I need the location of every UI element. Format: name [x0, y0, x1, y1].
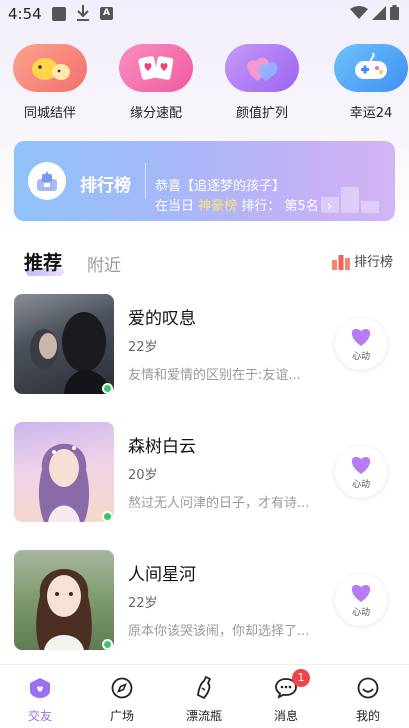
feature-same-city[interactable]: 同城结伴 [5, 44, 95, 121]
feature-lucky24[interactable]: 幸运24 [326, 44, 409, 121]
nav-mine[interactable]: 我的 [328, 675, 408, 724]
online-indicator [102, 639, 113, 650]
tab-nearby[interactable]: 附近 [87, 251, 121, 276]
signal-icon [372, 5, 386, 20]
banner-rank: 第5名 [284, 199, 319, 214]
rank-link[interactable]: 排行榜 [331, 251, 393, 270]
tab-recommend[interactable]: 推荐 [24, 248, 62, 275]
feature-appearance[interactable]: 颜值扩列 [217, 44, 307, 121]
feature-quick-match[interactable]: 缘分速配 [111, 44, 201, 121]
nav-label: 我的 [355, 709, 380, 723]
user-bio: 友情和爱情的区别在于:友谊... [128, 368, 301, 383]
user-age: 22岁 [128, 340, 158, 355]
rank-link-label: 排行榜 [353, 255, 393, 270]
like-button[interactable]: 心动 [335, 574, 387, 626]
heart-icon [351, 584, 371, 602]
user-card[interactable]: 爱的叹息 22岁 友情和爱情的区别在于:友谊... 心动 [0, 294, 409, 404]
chat-bubble-icon [246, 675, 326, 701]
battery-icon [390, 5, 399, 20]
feature-label: 颜值扩列 [235, 106, 288, 121]
unread-badge: 1 [292, 669, 310, 687]
user-name: 爱的叹息 [128, 309, 196, 329]
nav-label: 广场 [109, 709, 134, 723]
download-icon [76, 4, 90, 26]
status-time: 4:54 [8, 5, 42, 23]
bar-chart-icon [331, 254, 350, 270]
avatar[interactable] [14, 422, 114, 522]
heart-icon [351, 328, 371, 346]
banner-podium-decoration [321, 183, 381, 217]
user-age: 22岁 [128, 596, 158, 611]
status-bar: 4:54 A [0, 0, 409, 30]
banner-highlight: 神豪榜 [198, 199, 238, 214]
feature-label: 同城结伴 [23, 106, 76, 121]
banner-prefix: 在当日 [155, 199, 195, 214]
user-name: 人间星河 [128, 565, 196, 585]
status-right [350, 5, 399, 20]
feature-shortcuts: 同城结伴 缘分速配 颜值扩列 幸运24 [0, 44, 409, 124]
avatar[interactable] [14, 550, 114, 650]
nav-drift-bottle[interactable]: 漂流瓶 [164, 675, 244, 724]
banner-rank-text: 在当日 神豪榜 排行： 第5名 › [155, 195, 332, 214]
nav-label: 交友 [27, 709, 52, 723]
compass-icon [82, 675, 162, 701]
like-button[interactable]: 心动 [335, 446, 387, 498]
heart-icon [351, 456, 371, 474]
user-name: 森树白云 [128, 437, 196, 457]
feed-tabs: 推荐 附近 排行榜 [0, 246, 409, 280]
heart-cards-icon [119, 44, 193, 92]
ranking-icon [28, 162, 66, 200]
banner-divider [145, 163, 146, 199]
smile-face-icon [328, 675, 408, 701]
gamepad-icon [334, 44, 408, 92]
nav-make-friends[interactable]: 交友 [0, 675, 80, 724]
feature-label: 缘分速配 [129, 106, 182, 121]
like-label: 心动 [351, 352, 370, 362]
nav-messages[interactable]: 1 消息 [246, 669, 326, 724]
banner-suffix: 排行： [241, 199, 281, 214]
nav-label: 漂流瓶 [185, 709, 222, 723]
user-card[interactable]: 森树白云 20岁 熬过无人问津的日子，才有诗... 心动 [0, 422, 409, 532]
like-label: 心动 [351, 608, 370, 618]
banner-title: 排行榜 [80, 176, 131, 196]
user-bio: 原本你该哭该闹，你却选择了... [128, 624, 310, 639]
duck-chat-icon [13, 44, 87, 92]
online-indicator [102, 383, 113, 394]
nav-label: 消息 [273, 709, 298, 723]
avatar[interactable] [14, 294, 114, 394]
user-card[interactable]: 人间星河 22岁 原本你该哭该闹，你却选择了... 心动 [0, 550, 409, 660]
hearts-icon [225, 44, 299, 92]
like-button[interactable]: 心动 [335, 318, 387, 370]
online-indicator [102, 511, 113, 522]
bottom-navigation: 交友 广场 漂流瓶 1 消息 我的 [0, 664, 409, 728]
user-age: 20岁 [128, 468, 158, 483]
wifi-icon [350, 5, 368, 19]
user-bio: 熬过无人问津的日子，才有诗... [128, 496, 310, 511]
ranking-banner[interactable]: 排行榜 恭喜【追逐梦的孩子】 在当日 神豪榜 排行： 第5名 › [14, 141, 395, 221]
home-shield-icon [0, 675, 80, 701]
feature-label: 幸运24 [349, 106, 393, 121]
nav-square[interactable]: 广场 [82, 675, 162, 724]
banner-congrats-text: 恭喜【追逐梦的孩子】 [155, 179, 286, 194]
notification-square-icon [52, 7, 66, 21]
bottle-icon [164, 675, 244, 701]
a-notification-icon: A [100, 7, 113, 20]
like-label: 心动 [351, 480, 370, 490]
